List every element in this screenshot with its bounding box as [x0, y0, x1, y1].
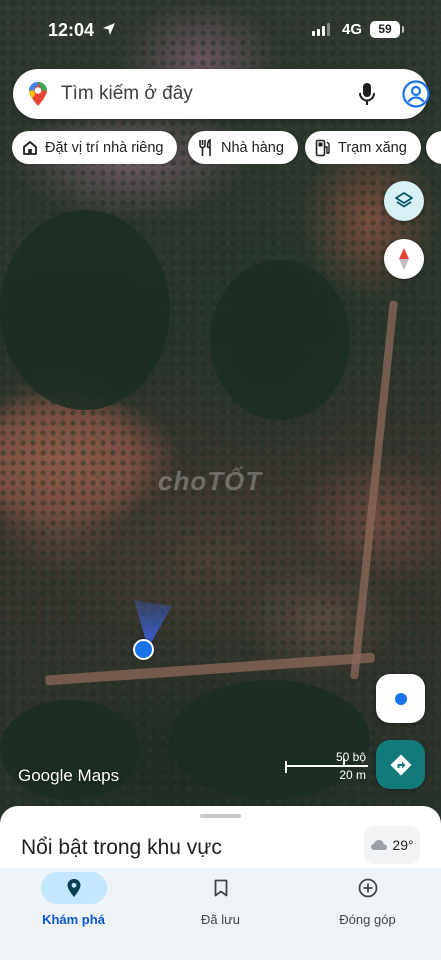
tree-cluster [210, 260, 350, 420]
weather-temp: 29° [392, 837, 414, 853]
restaurant-icon [199, 138, 211, 156]
my-location-button[interactable] [376, 674, 425, 723]
search-bar[interactable]: Tìm kiếm ở đây [13, 69, 430, 119]
scale-metric: 20 m [339, 768, 366, 782]
add-circle-icon [358, 878, 377, 898]
account-icon[interactable] [402, 80, 430, 108]
network-type: 4G [342, 21, 363, 38]
scale-line [285, 765, 368, 767]
nav-label: Khám phá [42, 912, 105, 927]
sheet-drag-handle[interactable] [200, 814, 241, 818]
weather-badge[interactable]: 29° [364, 826, 420, 864]
home-icon [23, 140, 37, 155]
directions-icon [390, 754, 411, 775]
search-input[interactable]: Tìm kiếm ở đây [61, 83, 193, 105]
map-scale: 50 bộ 20 m [285, 748, 370, 784]
chip-label: Nhà hàng [221, 139, 284, 156]
nav-pill [188, 872, 254, 904]
bookmark-icon [214, 879, 227, 897]
layers-icon [395, 192, 413, 208]
chip-restaurants[interactable]: Nhà hàng [188, 131, 298, 164]
chip-gas-stations[interactable]: Trạm xăng [305, 131, 421, 164]
nav-explore[interactable]: Khám phá [0, 868, 147, 960]
gas-station-icon [315, 139, 330, 156]
chip-label: Trạm xăng [338, 139, 407, 156]
location-arrow-icon [103, 23, 115, 35]
signal-strength-icon [312, 23, 330, 36]
compass-icon [399, 248, 409, 270]
status-time: 12:04 [48, 20, 95, 40]
explore-pin-icon [67, 879, 80, 897]
chip-more[interactable] [426, 131, 441, 164]
my-location-icon [394, 692, 407, 705]
current-location-dot [133, 639, 154, 660]
cloud-icon [371, 840, 388, 850]
google-maps-pin-icon [29, 82, 47, 106]
layers-button[interactable] [384, 181, 424, 221]
bottom-navigation: Khám phá Đã lưu Đóng góp [0, 868, 441, 960]
scale-imperial: 50 bộ [335, 750, 366, 764]
nav-pill [335, 872, 401, 904]
sheet-title: Nổi bật trong khu vực [21, 836, 222, 859]
tree-cluster [0, 210, 170, 410]
google-maps-logo: Google Maps [18, 766, 120, 785]
microphone-icon[interactable] [357, 82, 377, 106]
battery-icon: 59 [370, 21, 404, 38]
nav-pill [40, 872, 107, 904]
nav-saved[interactable]: Đã lưu [147, 868, 294, 960]
nav-label: Đã lưu [200, 912, 241, 927]
category-chips: Đặt vị trí nhà riêng Nhà hàng Trạm xăng [12, 131, 441, 164]
status-bar: 12:04 4G 59 [0, 0, 441, 58]
scale-tick [285, 761, 287, 773]
bottom-sheet[interactable]: Nổi bật trong khu vực 29° [0, 806, 441, 876]
chip-home[interactable]: Đặt vị trí nhà riêng [12, 131, 178, 164]
nav-label: Đóng góp [339, 912, 396, 927]
nav-contribute[interactable]: Đóng góp [294, 868, 441, 960]
satellite-map[interactable]: choTỐT [0, 0, 441, 820]
compass-button[interactable] [384, 239, 424, 279]
scale-tick [343, 759, 345, 766]
chip-label: Đặt vị trí nhà riêng [45, 139, 164, 156]
chotot-watermark: choTỐT [158, 466, 263, 496]
directions-button[interactable] [376, 740, 425, 789]
